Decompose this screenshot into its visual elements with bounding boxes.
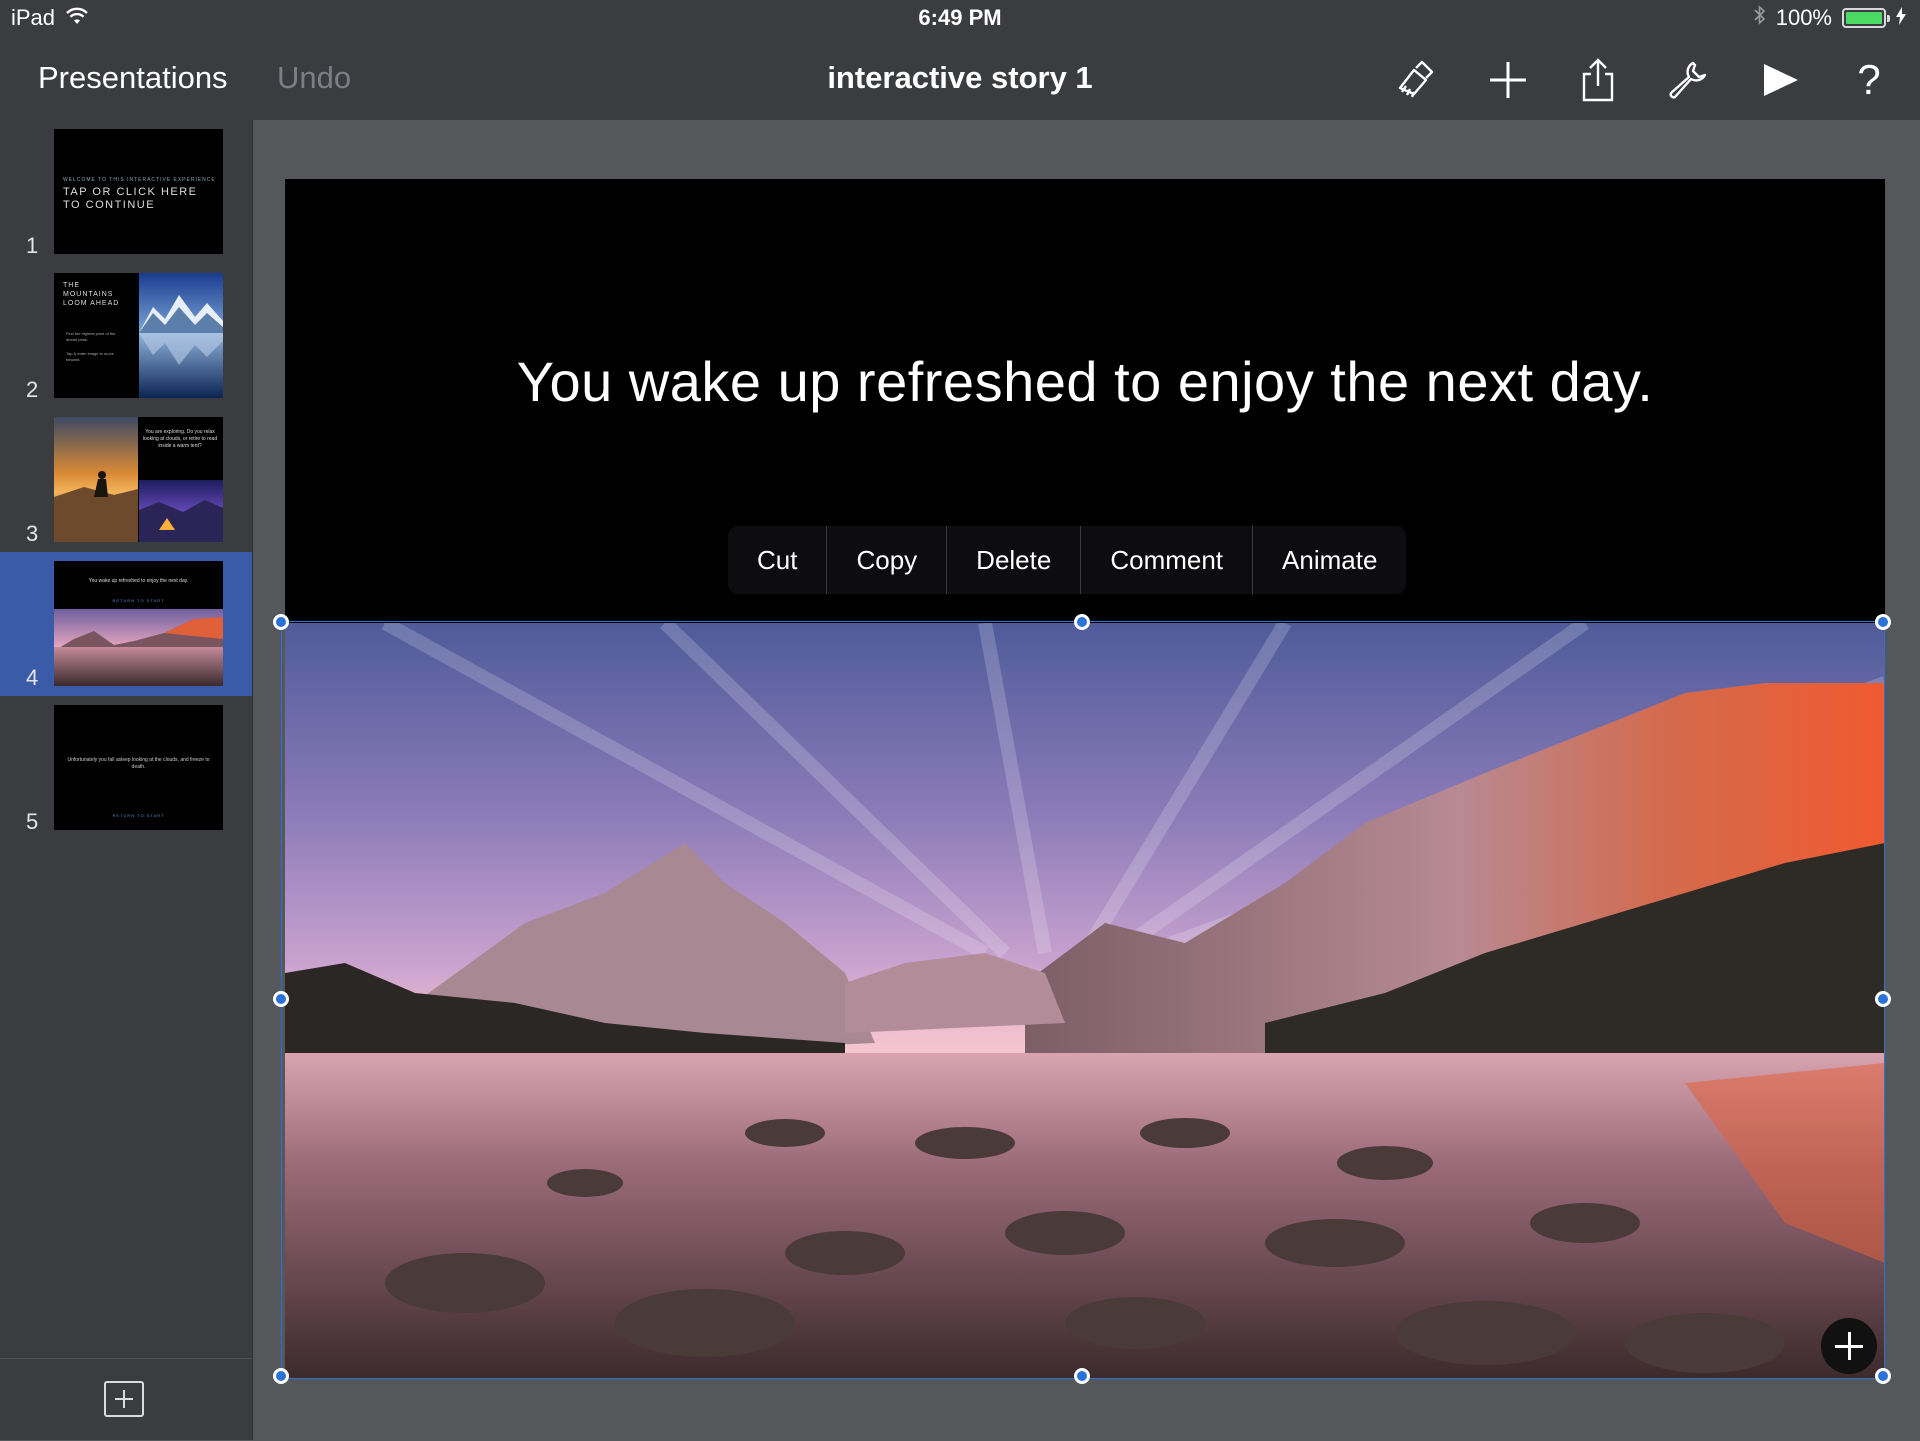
slide-thumbnail: You wake up refreshed to enjoy the next … (54, 561, 223, 686)
menu-delete[interactable]: Delete (947, 526, 1082, 594)
sidebar-footer (0, 1358, 252, 1441)
media-add-button[interactable] (1821, 1318, 1877, 1374)
thumb-text: TAP OR CLICK HERE TO CONTINUE (63, 186, 198, 211)
resize-handle-bottom[interactable] (1074, 1368, 1090, 1384)
resize-handle-top-left[interactable] (273, 614, 289, 630)
slide-number: 3 (26, 521, 39, 546)
thumb-text: THE MOUNTAINS LOOM AHEAD (63, 282, 120, 307)
slide-number: 2 (26, 377, 39, 402)
slide-thumbnail: You are exploring. Do you relax looking … (54, 417, 223, 542)
battery-level-fill (1846, 12, 1882, 24)
slide-thumb-4[interactable]: You wake up refreshed to enjoy the next … (0, 552, 252, 696)
thumb-text: You are exploring. Do you relax looking … (142, 429, 218, 449)
slide-number: 4 (26, 665, 39, 690)
resize-handle-left[interactable] (273, 991, 289, 1007)
presentations-button[interactable]: Presentations (38, 60, 228, 96)
thumb-text: RETURN TO START (112, 813, 165, 818)
menu-comment[interactable]: Comment (1081, 526, 1254, 594)
battery-tip (1887, 15, 1890, 22)
menu-animate[interactable]: Animate (1253, 526, 1406, 594)
slide-thumbnail: THE MOUNTAINS LOOM AHEAD Find the highes… (54, 273, 223, 398)
context-menu: Cut Copy Delete Comment Animate (728, 526, 1407, 594)
thumb-text: You wake up refreshed to enjoy the next … (88, 578, 189, 584)
slide-canvas[interactable]: You wake up refreshed to enjoy the next … (285, 179, 1885, 1379)
slide-number: 1 (26, 233, 39, 258)
wrench-icon[interactable] (1662, 54, 1714, 106)
thumb-lake-sunset-image (54, 609, 223, 686)
thumb-text: WELCOME TO THIS INTERACTIVE EXPERIENCE (63, 177, 216, 183)
slide-thumbnail: Unfortunately you fall asleep looking at… (54, 705, 223, 830)
slide-navigator: WELCOME TO THIS INTERACTIVE EXPERIENCE T… (0, 120, 253, 1440)
thumb-text: Find the highest point of the ahead peak… (66, 331, 116, 342)
thumb-mountain-lake-image (139, 273, 223, 398)
status-bar: iPad 6:49 PM 100% (0, 0, 1920, 40)
slide-thumb-5[interactable]: Unfortunately you fall asleep looking at… (0, 696, 252, 840)
resize-handle-top-right[interactable] (1875, 614, 1891, 630)
format-brush-icon[interactable] (1388, 54, 1440, 106)
charging-icon (1896, 5, 1906, 31)
slide-text-box[interactable]: You wake up refreshed to enjoy the next … (285, 349, 1885, 414)
menu-copy[interactable]: Copy (827, 526, 948, 594)
thumb-text: RETURN TO START (112, 598, 165, 603)
status-right: 100% (1754, 5, 1906, 31)
share-icon[interactable] (1572, 54, 1624, 106)
help-icon[interactable]: ? (1843, 54, 1895, 106)
lake-sunset-image (285, 623, 1885, 1379)
add-slide-button[interactable] (104, 1381, 144, 1417)
resize-handle-bottom-left[interactable] (273, 1368, 289, 1384)
thumb-night-tent-image (139, 480, 223, 542)
bluetooth-icon (1754, 5, 1766, 31)
battery-icon (1842, 8, 1890, 28)
slide-photo[interactable] (285, 623, 1885, 1379)
slide-thumb-2[interactable]: THE MOUNTAINS LOOM AHEAD Find the highes… (0, 264, 252, 408)
battery-percent: 100% (1775, 5, 1832, 30)
undo-button[interactable]: Undo (277, 60, 351, 96)
clock: 6:49 PM (918, 5, 1002, 30)
thumb-text: Unfortunately you fall asleep looking at… (67, 757, 210, 770)
add-button[interactable] (1482, 54, 1534, 106)
slide-thumbnail: WELCOME TO THIS INTERACTIVE EXPERIENCE T… (54, 129, 223, 254)
resize-handle-top[interactable] (1074, 614, 1090, 630)
toolbar: Presentations Undo interactive story 1 ? (0, 40, 1920, 120)
menu-cut[interactable]: Cut (728, 526, 828, 594)
slide-thumb-3[interactable]: You are exploring. Do you relax looking … (0, 408, 252, 552)
slide-number: 5 (26, 809, 39, 834)
resize-handle-bottom-right[interactable] (1875, 1368, 1891, 1384)
play-icon[interactable] (1754, 54, 1806, 106)
thumb-sunset-hiker-image (54, 417, 138, 542)
slide-thumb-1[interactable]: WELCOME TO THIS INTERACTIVE EXPERIENCE T… (0, 120, 252, 264)
thumb-text: Tap & enter image to move forward. (66, 351, 114, 362)
resize-handle-right[interactable] (1875, 991, 1891, 1007)
